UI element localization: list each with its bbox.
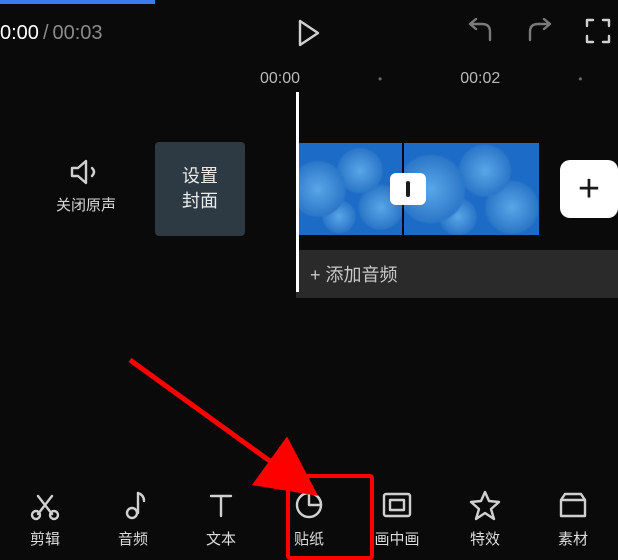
video-clip-1[interactable]	[296, 142, 403, 236]
timecode: 0:00 / 00:03	[0, 22, 103, 45]
tab-label: 素材	[558, 528, 588, 549]
material-icon	[557, 488, 589, 522]
tab-label: 特效	[470, 528, 500, 549]
timeline: 关闭原声 设置 封面 + + 添加音频	[0, 142, 618, 322]
pip-icon	[380, 488, 414, 522]
tab-edit[interactable]: 剪辑	[10, 478, 80, 558]
speaker-icon	[56, 158, 116, 186]
music-note-icon	[118, 488, 148, 522]
tab-label: 文本	[206, 528, 236, 549]
redo-button[interactable]	[524, 18, 556, 49]
ruler-tick-1: 00:02	[460, 70, 500, 88]
fullscreen-icon	[584, 17, 612, 45]
undo-button[interactable]	[464, 18, 496, 49]
play-button[interactable]	[292, 16, 326, 50]
tab-effect[interactable]: 特效	[450, 478, 520, 558]
transition-marker[interactable]	[390, 173, 426, 205]
ruler-dot: •	[378, 72, 382, 86]
mute-label: 关闭原声	[56, 194, 116, 215]
fullscreen-button[interactable]	[584, 17, 612, 50]
time-total: 00:03	[53, 22, 103, 45]
scissors-icon	[29, 488, 61, 522]
tab-text[interactable]: 文本	[186, 478, 256, 558]
cover-label: 设置 封面	[182, 164, 218, 214]
undo-icon	[464, 18, 496, 44]
tab-pip[interactable]: 画中画	[362, 478, 432, 558]
mute-original-audio[interactable]: 关闭原声	[56, 158, 116, 215]
bottom-toolbar: 剪辑 音频 文本 贴纸 画中画 特效 素材	[0, 478, 618, 558]
redo-icon	[524, 18, 556, 44]
add-audio-track[interactable]: + 添加音频	[296, 250, 618, 298]
star-icon	[469, 488, 501, 522]
playhead[interactable]	[296, 92, 299, 292]
sticker-icon	[293, 488, 325, 522]
playback-bar: 0:00 / 00:03	[0, 4, 618, 62]
tab-label: 音频	[118, 528, 148, 549]
time-separator: /	[43, 22, 49, 45]
tab-label: 画中画	[374, 528, 419, 549]
add-audio-label: + 添加音频	[310, 261, 398, 287]
tab-sticker[interactable]: 贴纸	[274, 478, 344, 558]
tab-audio[interactable]: 音频	[98, 478, 168, 558]
set-cover-button[interactable]: 设置 封面	[155, 142, 245, 236]
ruler-tick-0: 00:00	[260, 70, 300, 88]
text-icon	[206, 488, 236, 522]
tab-label: 贴纸	[294, 528, 324, 549]
time-ruler: 00:00 • 00:02 •	[0, 62, 618, 96]
tab-label: 剪辑	[30, 528, 60, 549]
add-clip-button[interactable]: +	[560, 160, 618, 218]
tab-material[interactable]: 素材	[538, 478, 608, 558]
time-current: 0:00	[0, 22, 39, 45]
play-icon	[296, 18, 322, 48]
ruler-dot: •	[578, 72, 582, 86]
